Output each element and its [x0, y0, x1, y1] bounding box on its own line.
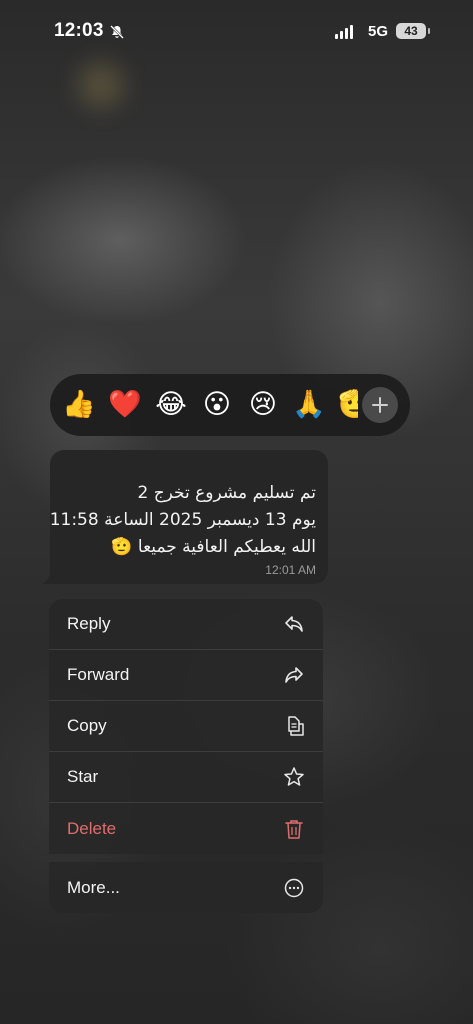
screen: 12:03 5G 43 👍 ❤️ 😂 😮 😢 🙏 🫡 تم تسليم مشرو… [0, 0, 473, 1024]
context-menu: Reply Forward Copy Star Delete More... [49, 599, 323, 913]
reaction-tears-of-joy[interactable]: 😂 [154, 388, 188, 422]
forward-icon [283, 664, 305, 686]
menu-group-actions: Reply Forward Copy Star Delete [49, 599, 323, 854]
menu-item-label: Forward [67, 665, 130, 684]
plus-icon [372, 397, 388, 413]
reaction-heart[interactable]: ❤️ [108, 388, 142, 422]
menu-item-forward[interactable]: Forward [49, 650, 323, 701]
battery-nub [428, 28, 430, 34]
menu-item-copy[interactable]: Copy [49, 701, 323, 752]
bell-off-icon [110, 25, 124, 39]
battery-level: 43 [404, 24, 418, 38]
network-type: 5G [368, 23, 389, 40]
reply-icon [283, 613, 305, 635]
menu-group-more: More... [49, 862, 323, 913]
reaction-thumbs-up[interactable]: 👍 [62, 388, 96, 422]
reaction-crying[interactable]: 😢 [246, 388, 280, 422]
trash-icon [283, 818, 305, 840]
message-line: الله يعطيكم العافية جميعا 🫡 [111, 537, 316, 557]
reaction-surprised[interactable]: 😮 [200, 388, 234, 422]
menu-item-label: Reply [67, 614, 111, 633]
star-icon [283, 766, 305, 788]
menu-item-delete[interactable]: Delete [49, 803, 323, 854]
add-reaction-button[interactable] [362, 387, 398, 423]
signal-icon [335, 25, 357, 39]
reaction-bar: 👍 ❤️ 😂 😮 😢 🙏 🫡 [50, 374, 410, 436]
battery-icon: 43 [396, 23, 426, 39]
reaction-partial[interactable]: 🫡 [338, 388, 358, 422]
menu-item-reply[interactable]: Reply [49, 599, 323, 650]
menu-item-label: Copy [67, 716, 107, 735]
menu-item-label: Delete [67, 818, 117, 838]
message-bubble[interactable]: تم تسليم مشروع تخرج 2 يوم 13 ديسمبر 2025… [50, 450, 328, 584]
message-line: تم تسليم مشروع تخرج 2 [137, 483, 316, 503]
message-line: يوم 13 ديسمبر 2025 الساعة 11:58 [49, 510, 316, 530]
menu-item-star[interactable]: Star [49, 752, 323, 803]
more-icon [283, 877, 305, 899]
background-blur [78, 62, 124, 108]
message-time: 12:01 AM [265, 563, 316, 577]
menu-item-more[interactable]: More... [49, 862, 323, 913]
status-bar: 12:03 5G 43 [0, 0, 473, 64]
message-text: تم تسليم مشروع تخرج 2 يوم 13 ديسمبر 2025… [49, 480, 316, 561]
copy-icon [283, 715, 305, 737]
menu-item-label: Star [67, 767, 99, 786]
reaction-pray[interactable]: 🙏 [292, 388, 326, 422]
status-time: 12:03 [54, 20, 104, 41]
menu-item-label: More... [67, 877, 120, 897]
